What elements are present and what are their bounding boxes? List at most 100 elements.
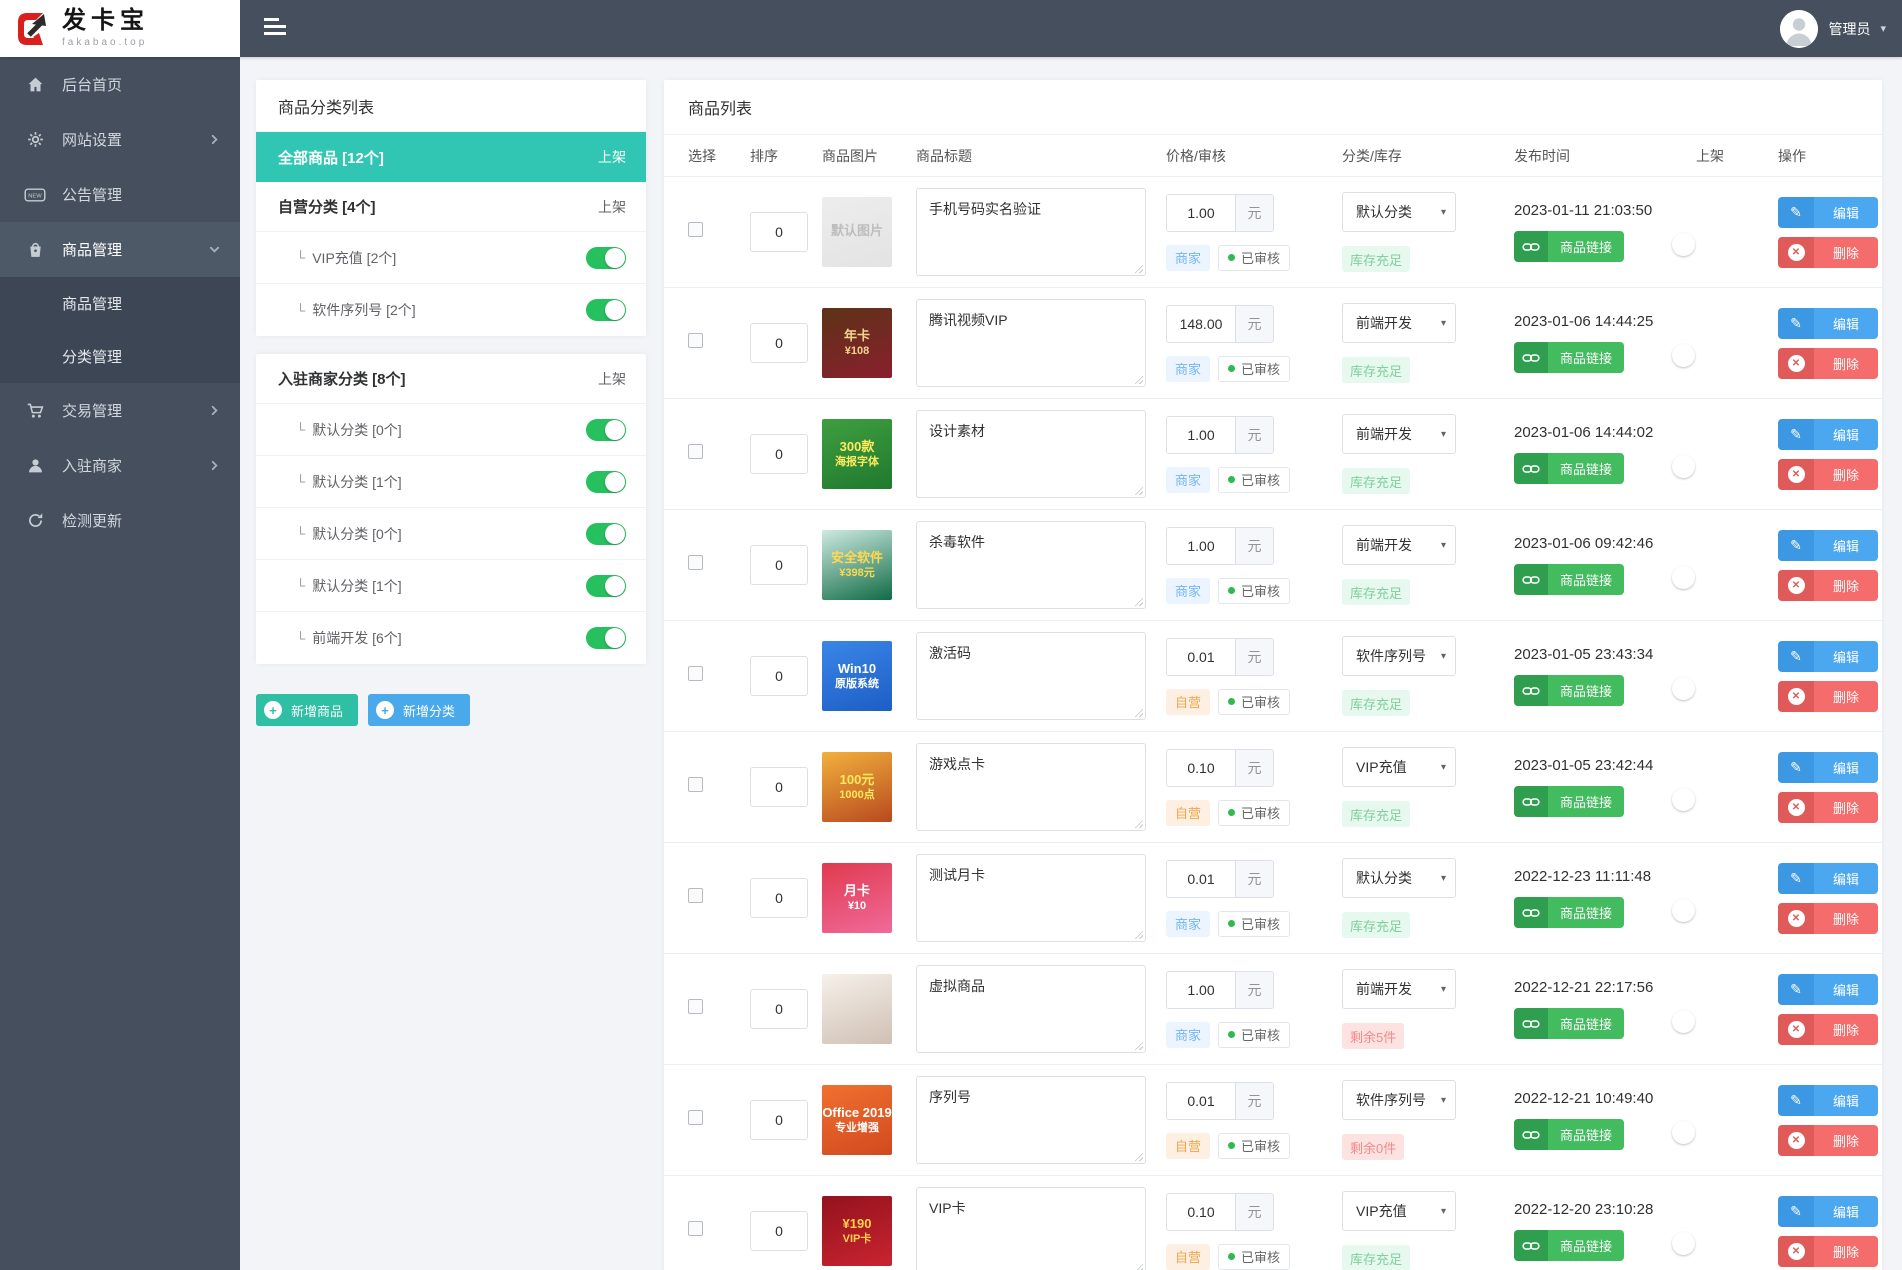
category-select[interactable]: VIP充值 ▾ xyxy=(1342,1191,1456,1231)
row-checkbox[interactable] xyxy=(688,555,703,570)
category-select[interactable]: 默认分类 ▾ xyxy=(1342,192,1456,232)
edit-button[interactable]: ✎ 编辑 xyxy=(1778,751,1878,783)
category-on-toggle[interactable] xyxy=(586,627,626,649)
product-title-textarea[interactable] xyxy=(916,188,1146,276)
row-checkbox[interactable] xyxy=(688,666,703,681)
price-input[interactable] xyxy=(1167,1193,1235,1230)
delete-button[interactable]: ✕ 删除 xyxy=(1778,680,1878,712)
category-select[interactable]: 前端开发 ▾ xyxy=(1342,969,1456,1009)
price-input[interactable] xyxy=(1167,527,1235,564)
product-link-button[interactable]: 商品链接 xyxy=(1514,897,1625,928)
price-input[interactable] xyxy=(1167,305,1235,342)
sidebar-item-1[interactable]: 网站设置 xyxy=(0,112,240,167)
row-checkbox[interactable] xyxy=(688,222,703,237)
edit-button[interactable]: ✎ 编辑 xyxy=(1778,862,1878,894)
sort-input[interactable] xyxy=(750,434,808,474)
sidebar-item-6[interactable]: 检测更新 xyxy=(0,493,240,548)
price-input[interactable] xyxy=(1167,1082,1235,1119)
edit-button[interactable]: ✎ 编辑 xyxy=(1778,529,1878,561)
add-category-button[interactable]: + 新增分类 xyxy=(368,694,471,726)
sort-input[interactable] xyxy=(750,323,808,363)
sort-input[interactable] xyxy=(750,212,808,252)
row-checkbox[interactable] xyxy=(688,1221,703,1236)
category-subitem[interactable]: └ 默认分类 [1个] xyxy=(256,456,646,508)
category-group-row[interactable]: 自营分类 [4个] 上架 xyxy=(256,182,646,232)
edit-button[interactable]: ✎ 编辑 xyxy=(1778,418,1878,450)
category-on-toggle[interactable] xyxy=(586,246,626,269)
product-title-textarea[interactable] xyxy=(916,632,1146,720)
product-link-button[interactable]: 商品链接 xyxy=(1514,1008,1625,1039)
sort-input[interactable] xyxy=(750,656,808,696)
sort-input[interactable] xyxy=(750,1100,808,1140)
product-link-button[interactable]: 商品链接 xyxy=(1514,1230,1625,1261)
sidebar-item-5[interactable]: 入驻商家 xyxy=(0,438,240,493)
product-link-button[interactable]: 商品链接 xyxy=(1514,675,1625,706)
delete-button[interactable]: ✕ 删除 xyxy=(1778,236,1878,268)
row-checkbox[interactable] xyxy=(688,777,703,792)
category-select[interactable]: 前端开发 ▾ xyxy=(1342,525,1456,565)
product-link-button[interactable]: 商品链接 xyxy=(1514,786,1625,817)
delete-button[interactable]: ✕ 删除 xyxy=(1778,347,1878,379)
product-link-button[interactable]: 商品链接 xyxy=(1514,342,1625,373)
sidebar-item-4[interactable]: 交易管理 xyxy=(0,383,240,438)
category-select[interactable]: 前端开发 ▾ xyxy=(1342,414,1456,454)
delete-button[interactable]: ✕ 删除 xyxy=(1778,458,1878,490)
price-input[interactable] xyxy=(1167,638,1235,675)
edit-button[interactable]: ✎ 编辑 xyxy=(1778,307,1878,339)
product-title-textarea[interactable] xyxy=(916,965,1146,1053)
product-title-textarea[interactable] xyxy=(916,1076,1146,1164)
edit-button[interactable]: ✎ 编辑 xyxy=(1778,973,1878,1005)
delete-button[interactable]: ✕ 删除 xyxy=(1778,902,1878,934)
delete-button[interactable]: ✕ 删除 xyxy=(1778,1235,1878,1267)
category-group-row[interactable]: 入驻商家分类 [8个] 上架 xyxy=(256,354,646,404)
product-link-button[interactable]: 商品链接 xyxy=(1514,231,1625,262)
delete-button[interactable]: ✕ 删除 xyxy=(1778,791,1878,823)
product-link-button[interactable]: 商品链接 xyxy=(1514,453,1625,484)
product-title-textarea[interactable] xyxy=(916,410,1146,498)
product-title-textarea[interactable] xyxy=(916,521,1146,609)
edit-button[interactable]: ✎ 编辑 xyxy=(1778,1084,1878,1116)
product-title-textarea[interactable] xyxy=(916,299,1146,387)
category-on-toggle[interactable] xyxy=(586,470,626,493)
sort-input[interactable] xyxy=(750,878,808,918)
category-subitem[interactable]: └ VIP充值 [2个] xyxy=(256,232,646,284)
category-on-toggle[interactable] xyxy=(586,418,626,441)
category-subitem[interactable]: └ 默认分类 [0个] xyxy=(256,404,646,456)
price-input[interactable] xyxy=(1167,971,1235,1008)
sidebar-collapse-button[interactable] xyxy=(264,18,286,39)
delete-button[interactable]: ✕ 删除 xyxy=(1778,1124,1878,1156)
sort-input[interactable] xyxy=(750,1211,808,1251)
sidebar-item-3[interactable]: 商品管理 xyxy=(0,222,240,277)
category-all-row[interactable]: 全部商品 [12个] 上架 xyxy=(256,132,646,182)
edit-button[interactable]: ✎ 编辑 xyxy=(1778,640,1878,672)
sort-input[interactable] xyxy=(750,545,808,585)
row-checkbox[interactable] xyxy=(688,888,703,903)
price-input[interactable] xyxy=(1167,194,1235,231)
category-select[interactable]: 软件序列号 ▾ xyxy=(1342,1080,1456,1120)
sidebar-subitem[interactable]: 分类管理 xyxy=(0,330,240,383)
sidebar-item-0[interactable]: 后台首页 xyxy=(0,57,240,112)
edit-button[interactable]: ✎ 编辑 xyxy=(1778,1195,1878,1227)
product-link-button[interactable]: 商品链接 xyxy=(1514,1119,1625,1150)
user-menu[interactable]: 管理员 ▾ xyxy=(1780,0,1886,57)
add-product-button[interactable]: + 新增商品 xyxy=(256,694,359,726)
product-title-textarea[interactable] xyxy=(916,854,1146,942)
category-select[interactable]: 默认分类 ▾ xyxy=(1342,858,1456,898)
row-checkbox[interactable] xyxy=(688,444,703,459)
sidebar-item-2[interactable]: NEW 公告管理 xyxy=(0,167,240,222)
price-input[interactable] xyxy=(1167,860,1235,897)
category-on-toggle[interactable] xyxy=(586,574,626,597)
category-subitem[interactable]: └ 前端开发 [6个] xyxy=(256,612,646,664)
sort-input[interactable] xyxy=(750,767,808,807)
sort-input[interactable] xyxy=(750,989,808,1029)
category-on-toggle[interactable] xyxy=(586,299,626,321)
delete-button[interactable]: ✕ 删除 xyxy=(1778,569,1878,601)
sidebar-subitem[interactable]: 商品管理 xyxy=(0,277,240,330)
price-input[interactable] xyxy=(1167,416,1235,453)
product-title-textarea[interactable] xyxy=(916,1187,1146,1270)
price-input[interactable] xyxy=(1167,749,1235,786)
category-subitem[interactable]: └ 默认分类 [0个] xyxy=(256,508,646,560)
row-checkbox[interactable] xyxy=(688,333,703,348)
category-select[interactable]: 前端开发 ▾ xyxy=(1342,303,1456,343)
category-select[interactable]: VIP充值 ▾ xyxy=(1342,747,1456,787)
